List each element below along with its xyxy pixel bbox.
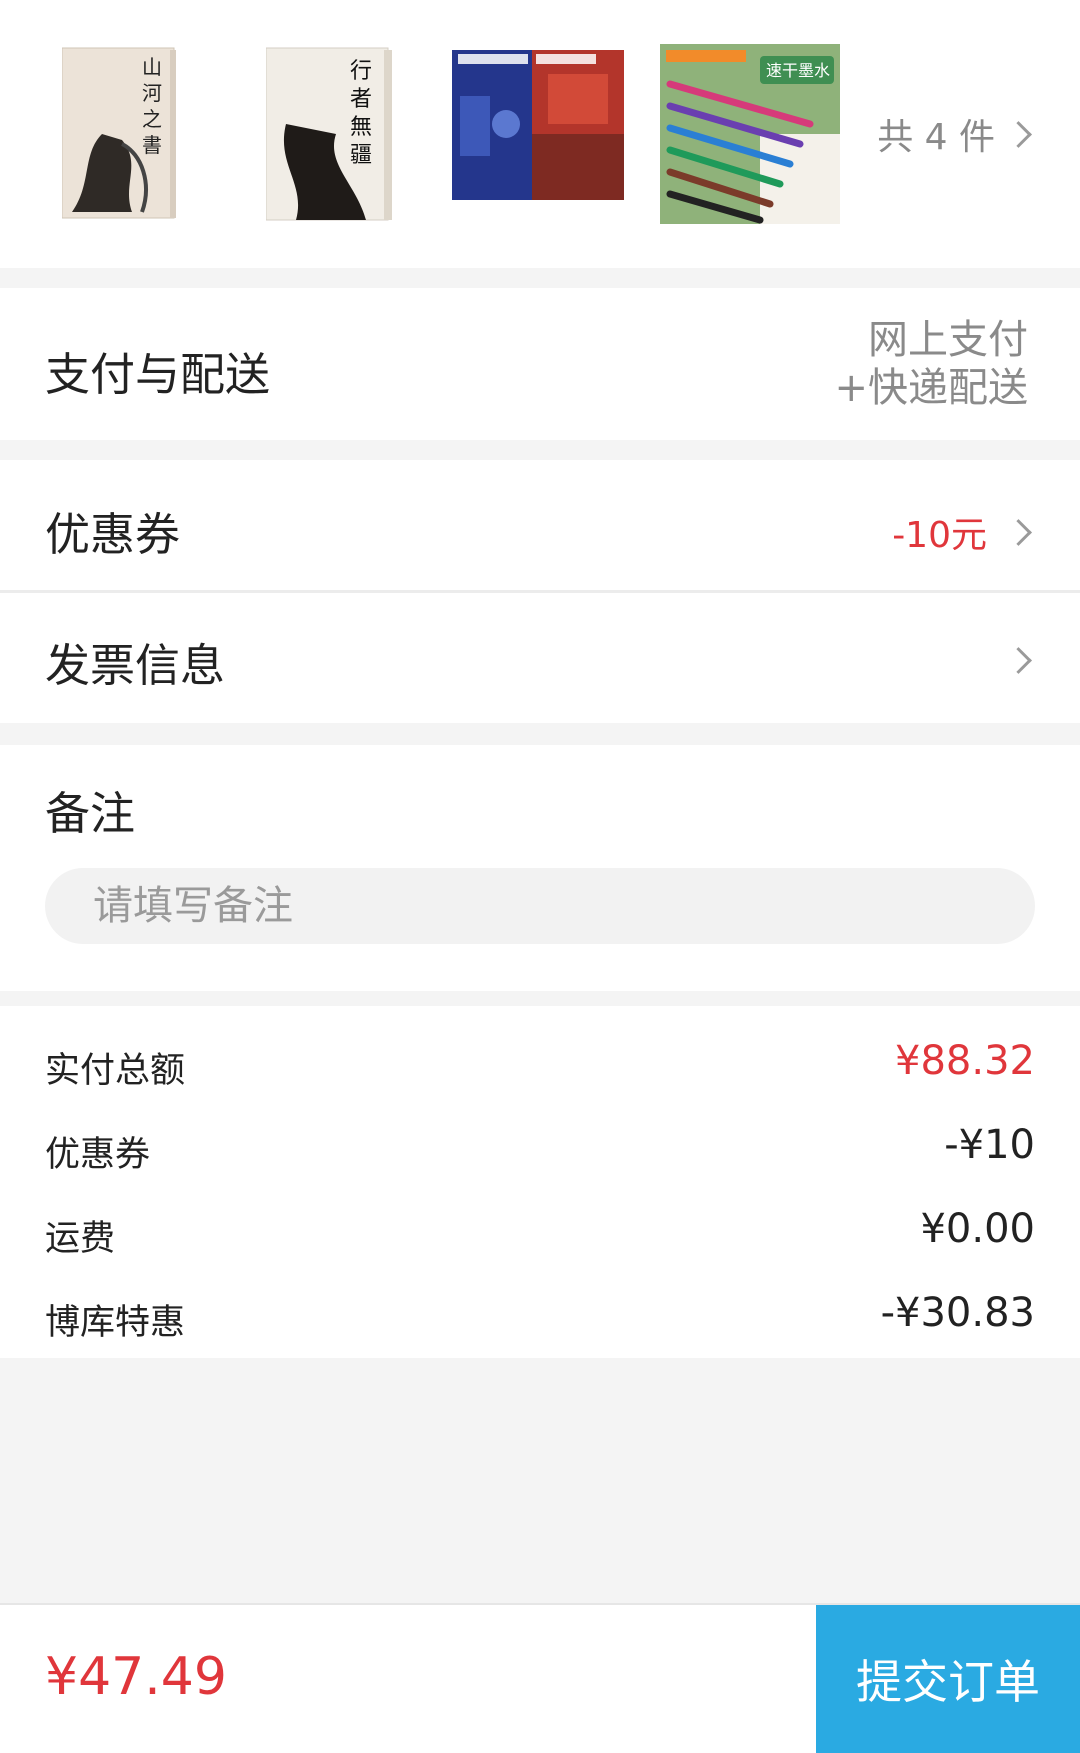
remark-input[interactable] — [45, 868, 1035, 944]
summary-value: -¥10 — [944, 1122, 1035, 1168]
coupon-row[interactable]: 优惠券 -10元 — [0, 460, 1080, 590]
summary-value: -¥30.83 — [880, 1290, 1035, 1336]
svg-text:山: 山 — [142, 55, 162, 79]
pens-cover: 速干墨水 — [660, 44, 840, 224]
summary-value: ¥0.00 — [920, 1206, 1035, 1252]
remark-label: 备注 — [45, 787, 136, 840]
product-strip[interactable]: 山 河 之 書 行 者 無 疆 速干墨水 共 4 件 — [0, 0, 1080, 268]
svg-text:速干墨水: 速干墨水 — [766, 61, 830, 80]
coupon-label: 优惠券 — [45, 508, 181, 561]
summary-label: 运费 — [45, 1219, 116, 1259]
total-price: ¥47.49 — [45, 1647, 227, 1707]
svg-text:行: 行 — [350, 59, 372, 84]
payment-delivery-row[interactable]: 支付与配送 网上支付 +快递配送 — [0, 288, 1080, 440]
submit-order-button[interactable]: 提交订单 — [816, 1605, 1080, 1753]
item-count-label: 共 4 件 — [877, 117, 995, 158]
svg-text:者: 者 — [350, 87, 372, 112]
summary-label: 博库特惠 — [45, 1303, 186, 1343]
item-count-link[interactable]: 共 4 件 — [877, 108, 1032, 160]
book-xingzhe-cover: 行 者 無 疆 — [266, 47, 392, 221]
summary-value: ¥88.32 — [895, 1038, 1035, 1084]
svg-text:書: 書 — [142, 133, 162, 157]
svg-text:疆: 疆 — [350, 143, 372, 168]
chevron-right-icon — [1005, 647, 1032, 674]
invoice-label: 发票信息 — [45, 639, 226, 692]
svg-text:之: 之 — [142, 107, 162, 131]
summary-label: 优惠券 — [45, 1135, 151, 1175]
bottom-bar: ¥47.49 提交订单 — [0, 1603, 1080, 1753]
svg-text:河: 河 — [142, 81, 162, 105]
book-shanhe-cover: 山 河 之 書 — [62, 47, 176, 219]
price-summary: 实付总额 ¥88.32 优惠券 -¥10 运费 ¥0.00 博库特惠 -¥30.… — [0, 1006, 1080, 1358]
svg-text:無: 無 — [350, 115, 372, 140]
delivery-method-text: +快递配送 — [834, 365, 1028, 411]
chevron-right-icon — [1005, 518, 1032, 546]
chevron-right-icon — [1005, 120, 1032, 148]
coupon-value: -10元 — [892, 515, 987, 556]
books-bundle-cover — [452, 50, 624, 200]
payment-delivery-label: 支付与配送 — [45, 348, 271, 401]
summary-label: 实付总额 — [45, 1051, 186, 1091]
payment-method-text: 网上支付 — [868, 317, 1028, 363]
payment-delivery-value: 网上支付 +快递配送 — [834, 316, 1028, 412]
invoice-row[interactable]: 发票信息 — [0, 593, 1080, 723]
